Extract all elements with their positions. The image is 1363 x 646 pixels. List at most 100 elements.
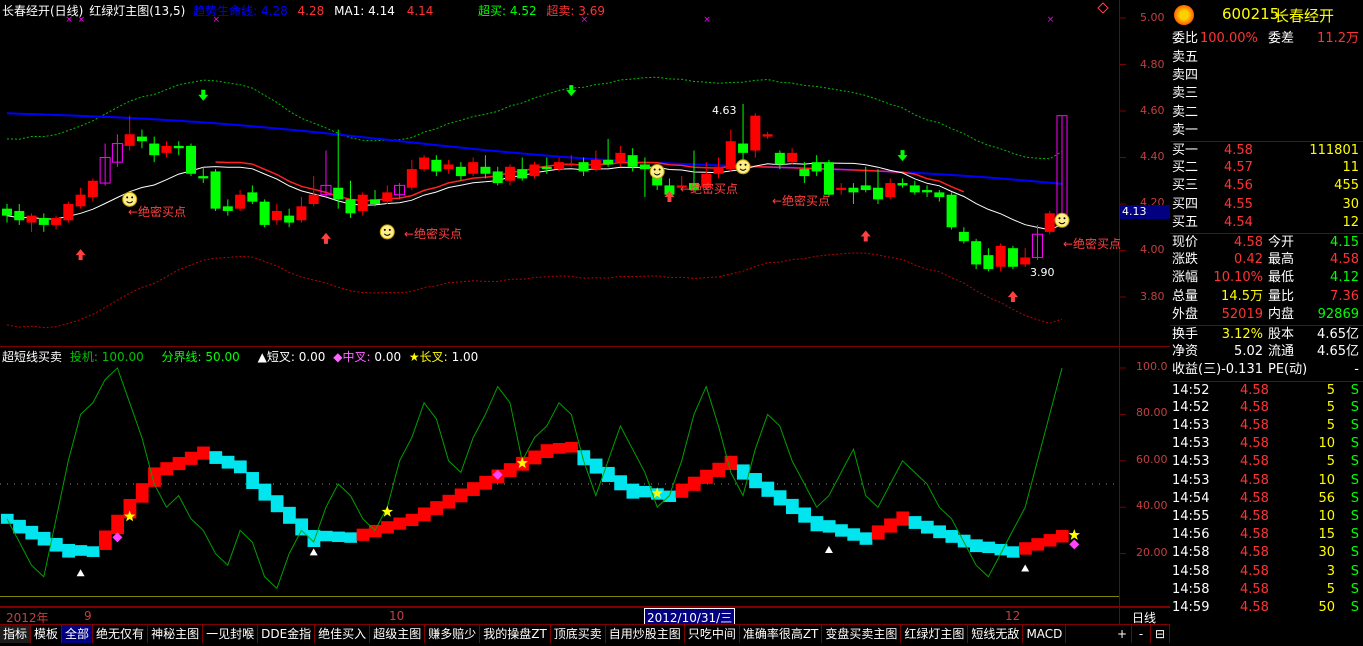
buy-point-label: ←绝密买点 — [128, 205, 187, 219]
signal-block — [577, 450, 591, 466]
signal-block — [467, 482, 480, 496]
signal-block — [160, 462, 174, 476]
overbought-label: 超买: — [478, 4, 507, 18]
tick-price: 4.58 — [1240, 527, 1269, 543]
layout-icon[interactable]: ⊟ — [1151, 625, 1170, 643]
price-tick: 4.00 — [1140, 243, 1165, 256]
zoom-out-button[interactable]: - — [1132, 625, 1151, 643]
tick-side: S — [1350, 600, 1359, 615]
candle-body — [578, 162, 589, 172]
tab-indicator[interactable]: 一见封喉 — [203, 625, 259, 643]
tick-price: 4.58 — [1240, 581, 1269, 597]
signal-block — [62, 543, 75, 558]
tab-indicator[interactable]: 准确率很高ZT — [739, 625, 823, 643]
tab-all[interactable]: 全部 — [62, 625, 94, 643]
tick-price: 4.58 — [1240, 382, 1269, 398]
tick-time: 14:58 — [1172, 545, 1210, 561]
signal-block — [920, 520, 934, 534]
candle-body — [983, 255, 994, 270]
chart-canvas[interactable]: × × × × × × — [0, 0, 1170, 624]
candle-body — [173, 145, 184, 149]
bid-volume: 12 — [1342, 214, 1359, 230]
stat-value: 4.58 — [1330, 252, 1359, 268]
candle-body — [406, 169, 417, 188]
tick-volume: 5 — [1326, 418, 1335, 433]
candle-body — [946, 194, 957, 228]
tab-indicator[interactable]: 我的操盘ZT — [480, 625, 551, 643]
quote-title-bar: 600215 长春经开 — [1170, 0, 1363, 30]
tab-indicator[interactable]: 自用炒股主图 — [605, 625, 685, 643]
signal-block — [25, 525, 39, 540]
candle-body — [271, 210, 282, 221]
tab-indicator[interactable]: 变盘买卖主图 — [822, 625, 902, 643]
bid-volume: 455 — [1334, 178, 1359, 194]
candle-body — [38, 217, 49, 225]
long-cross-marker — [1068, 529, 1080, 540]
sub-tick: 100.0 — [1136, 360, 1168, 373]
tick-price: 4.58 — [1240, 472, 1269, 488]
weibi-value: 100.00% — [1200, 31, 1258, 46]
sub-tick: 60.00 — [1136, 453, 1168, 466]
tick-volume: 50 — [1318, 600, 1335, 615]
tab-indicators[interactable]: 指标 — [0, 625, 32, 643]
signal-block — [871, 525, 885, 540]
tick-price: 4.58 — [1240, 509, 1269, 524]
signal-block — [810, 516, 824, 532]
tab-indicator[interactable]: DDE金指 — [258, 625, 316, 643]
stat-row: 现价 4.58 今开 4.15 — [1170, 233, 1363, 252]
short-cross-marker — [1021, 564, 1030, 572]
buy-arrow-icon — [860, 230, 871, 242]
tick-row: 14:53 4.58 10 S — [1170, 435, 1363, 453]
signal-block — [700, 469, 713, 484]
ask-row: 卖二 — [1170, 104, 1363, 122]
stat-value: -0.131 — [1221, 362, 1263, 378]
tick-time: 14:55 — [1172, 509, 1210, 524]
candle-body — [357, 194, 368, 211]
stat-label: 流通 — [1268, 344, 1295, 360]
tick-time: 14:56 — [1172, 527, 1210, 543]
tab-indicator[interactable]: 神秘主图 — [148, 625, 204, 643]
signal-block — [638, 485, 652, 498]
tab-indicator[interactable]: 绝无仅有 — [93, 625, 149, 643]
trend-label: 趋势生命线: — [193, 4, 258, 18]
tab-indicator[interactable]: 赚多赔少 — [425, 625, 481, 643]
tick-side: S — [1350, 509, 1359, 524]
tab-indicator[interactable]: 超级主图 — [370, 625, 426, 643]
stat-label: 净资 — [1172, 344, 1199, 360]
zoom-in-button[interactable]: + — [1113, 625, 1132, 643]
tab-indicator[interactable]: 绝佳买入 — [315, 625, 371, 643]
tab-indicator[interactable]: 短线无敌 — [968, 625, 1024, 643]
overbought-oversold: 超买: 4.52 超卖: 3.69 — [478, 2, 605, 19]
stat-value: 14.5万 — [1221, 288, 1263, 304]
sell-arrow-icon — [897, 150, 908, 162]
tab-indicator[interactable]: 顶底买卖 — [550, 625, 606, 643]
candle-body — [443, 164, 454, 170]
stat-value: 5.02 — [1234, 344, 1263, 360]
signal-block — [773, 490, 787, 506]
candle-body — [136, 136, 147, 142]
candle-body — [345, 199, 356, 214]
tick-row: 14:59 4.58 50 S — [1170, 599, 1363, 617]
candle-body — [590, 159, 601, 170]
candle-body — [811, 162, 822, 172]
tab-macd[interactable]: MACD — [1023, 625, 1067, 643]
tab-indicator[interactable]: 只吃中间 — [684, 625, 740, 643]
candle-body — [971, 241, 982, 265]
stat-label: 涨跌 — [1172, 252, 1199, 268]
tick-volume: 5 — [1326, 581, 1335, 597]
tab-template[interactable]: 模板 — [31, 625, 63, 643]
tick-time: 14:52 — [1172, 399, 1210, 415]
candle-body — [836, 187, 847, 191]
sub-name: 超短线买卖 — [2, 350, 63, 364]
tab-indicator[interactable]: 红绿灯主图 — [901, 625, 969, 643]
sell-arrow-icon — [566, 85, 577, 97]
candle-body — [627, 155, 638, 167]
candle-body — [603, 159, 614, 165]
signal-block — [565, 441, 578, 453]
candle-body — [934, 192, 945, 198]
candle-body — [14, 210, 25, 221]
current-price-tag: 4.13 — [1120, 205, 1172, 219]
signal-block — [405, 513, 419, 527]
bid-price: 4.54 — [1224, 214, 1253, 230]
bid-label: 买四 — [1172, 196, 1199, 212]
